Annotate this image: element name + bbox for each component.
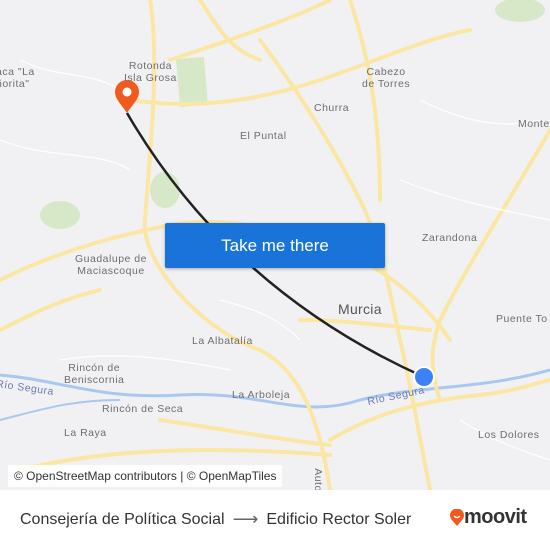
map-label: Guadalupe de Maciascoque [75, 253, 147, 277]
map-attribution[interactable]: © OpenStreetMap contributors | © OpenMap… [8, 465, 283, 487]
moovit-logo[interactable]: moovit [450, 506, 527, 529]
moovit-wordmark: moovit [464, 506, 527, 528]
map-label: Los Dolores [478, 429, 540, 441]
take-me-there-button[interactable]: Take me there [165, 223, 385, 268]
map-label: Cabezo de Torres [362, 66, 411, 90]
route-summary: Consejería de Política Social ⟶ Edificio… [20, 509, 411, 530]
map-label: La Raya [64, 427, 107, 439]
map-label: Puente To [496, 313, 548, 325]
map-label: Rincón de Beniscornia [64, 362, 125, 386]
moovit-pin-icon [450, 508, 464, 526]
origin-pin-icon [115, 80, 139, 113]
map-label: El Puntal [240, 130, 287, 142]
map-label: Auto [311, 468, 324, 490]
origin-name: Consejería de Política Social [20, 510, 225, 528]
map-label: Rincón de Seca [102, 403, 184, 415]
map-label: La Albatalía [192, 335, 253, 347]
map-label: Zarandona [422, 232, 478, 244]
parks [40, 0, 545, 229]
map-label: Churra [314, 102, 350, 114]
map-label: aca "La ñorita" [0, 66, 35, 90]
city-label-murcia: Murcia [338, 301, 382, 317]
map-label: Monte [518, 118, 550, 130]
map-label: Rotonda Isla Grosa [124, 60, 177, 84]
map[interactable]: Rotonda Isla Grosa aca "La ñorita" Cabez… [0, 0, 550, 490]
destination-name: Edificio Rector Soler [266, 510, 412, 528]
map-label: La Arboleja [232, 389, 291, 401]
arrow-right-icon: ⟶ [232, 509, 259, 529]
destination-dot-icon [413, 366, 435, 388]
